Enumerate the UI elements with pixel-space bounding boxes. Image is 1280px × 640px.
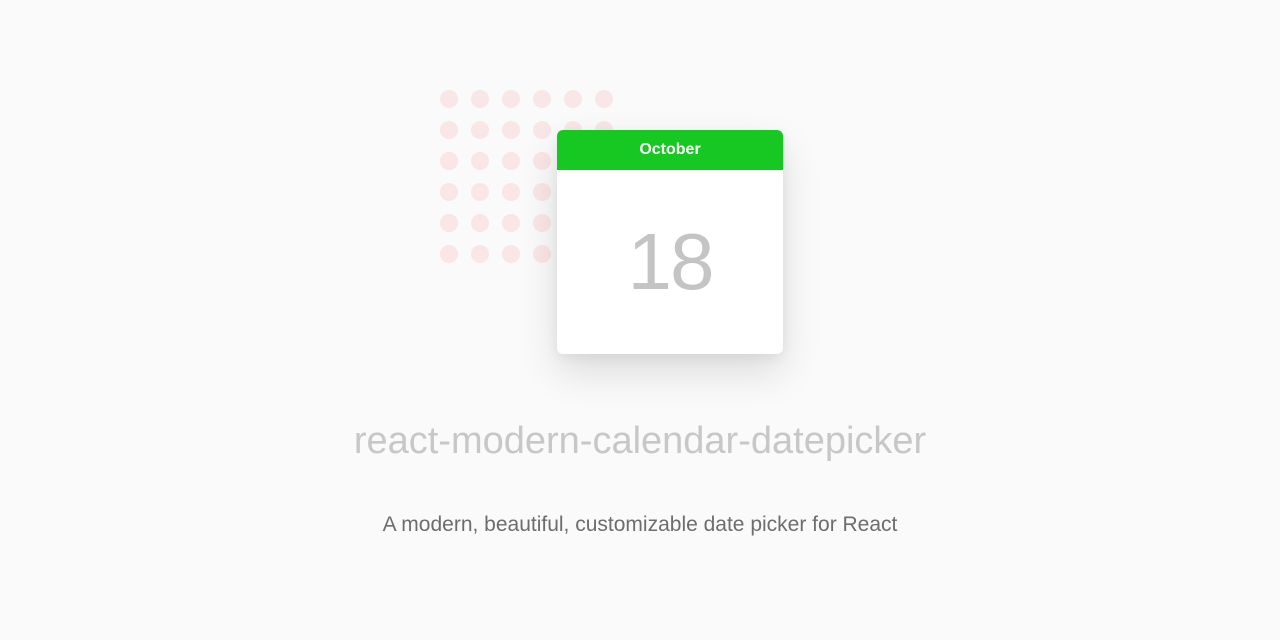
dot-icon [533, 152, 551, 170]
dot-icon [440, 183, 458, 201]
dot-icon [502, 152, 520, 170]
dot-icon [471, 245, 489, 263]
dot-icon [502, 90, 520, 108]
dot-icon [471, 90, 489, 108]
calendar-body: 18 [557, 170, 783, 354]
hero-illustration: October 18 [440, 90, 840, 380]
dot-icon [440, 121, 458, 139]
dot-icon [533, 90, 551, 108]
dot-icon [533, 121, 551, 139]
page-subtitle: A modern, beautiful, customizable date p… [383, 513, 898, 537]
dot-icon [471, 183, 489, 201]
dot-icon [502, 121, 520, 139]
page-title: react-modern-calendar-datepicker [354, 420, 926, 463]
dot-icon [533, 245, 551, 263]
dot-icon [502, 214, 520, 232]
dot-icon [440, 152, 458, 170]
calendar-day-number: 18 [628, 216, 713, 308]
calendar-header: October [557, 130, 783, 170]
dot-icon [502, 183, 520, 201]
dot-icon [533, 183, 551, 201]
dot-icon [440, 90, 458, 108]
dot-icon [502, 245, 520, 263]
dot-icon [471, 121, 489, 139]
dot-icon [471, 152, 489, 170]
dot-icon [440, 245, 458, 263]
calendar-month-label: October [639, 141, 700, 159]
dot-icon [440, 214, 458, 232]
calendar-icon: October 18 [557, 130, 783, 354]
dot-icon [533, 214, 551, 232]
dot-icon [564, 90, 582, 108]
dot-icon [471, 214, 489, 232]
dot-icon [595, 90, 613, 108]
